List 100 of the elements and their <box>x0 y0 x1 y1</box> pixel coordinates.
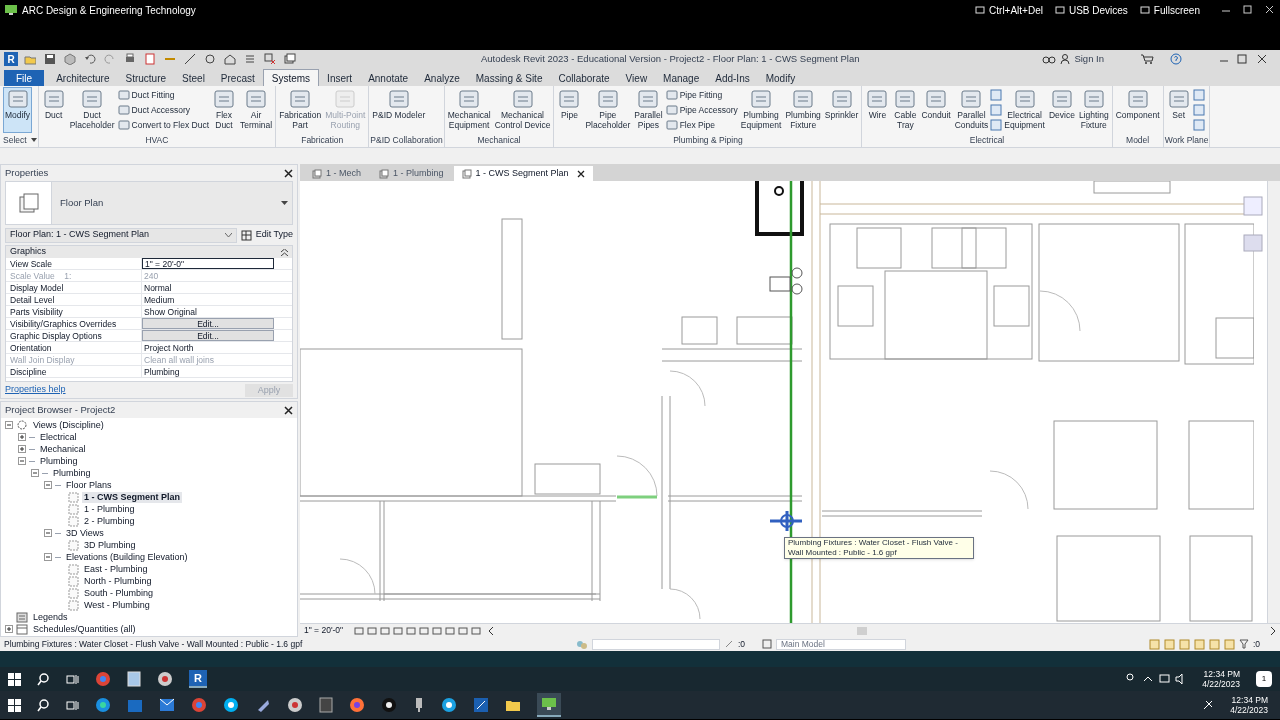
tree-item[interactable]: Plumbing <box>51 467 93 479</box>
search-icon[interactable] <box>37 672 50 686</box>
task-view-icon[interactable] <box>66 698 79 712</box>
binoculars-icon[interactable] <box>1042 53 1057 65</box>
mail-icon[interactable] <box>159 698 175 712</box>
expand-icon[interactable] <box>5 625 13 633</box>
ribbon-tool-button[interactable]: Modify <box>3 87 33 133</box>
tree-item[interactable]: West - Plumbing <box>82 599 152 611</box>
ribbon-tab[interactable]: Systems <box>262 69 320 86</box>
ribbon-tab[interactable]: File <box>4 70 45 86</box>
ribbon-tool-button[interactable]: Mechanical Control Device <box>492 87 553 133</box>
app-icon[interactable] <box>287 697 303 713</box>
tree-item[interactable]: North - Plumbing <box>82 575 154 587</box>
ribbon-small-tool[interactable]: Duct Fitting <box>116 88 210 102</box>
tree-item[interactable]: Mechanical <box>38 443 88 455</box>
ribbon-tool-button[interactable]: Sprinkler <box>822 87 861 133</box>
store-icon[interactable] <box>127 697 143 713</box>
app-icon[interactable] <box>95 697 111 713</box>
ribbon-tool-button[interactable]: Fabrication Part <box>277 87 324 133</box>
view-control-icon[interactable] <box>367 625 378 636</box>
type-selector[interactable]: Floor Plan <box>5 181 293 225</box>
tool-icon[interactable] <box>990 119 1003 131</box>
expand-icon[interactable] <box>18 433 26 441</box>
close-hidden-icon[interactable] <box>264 53 276 65</box>
collapse-icon[interactable] <box>31 469 39 477</box>
ribbon-tool-button[interactable]: Cable Tray <box>891 87 920 133</box>
collapse-icon[interactable] <box>5 421 13 429</box>
app-icon[interactable] <box>157 671 173 687</box>
ribbon-small-tool[interactable]: Pipe Accessory <box>664 103 739 117</box>
tool-icon[interactable] <box>1192 119 1205 131</box>
collapse-icon[interactable] <box>44 481 52 489</box>
windows-icon[interactable] <box>8 672 21 686</box>
ribbon-tab[interactable]: Manage <box>655 70 708 86</box>
tree-item[interactable]: 1 - CWS Segment Plan <box>82 491 183 503</box>
cube-icon[interactable] <box>64 53 76 65</box>
help-icon[interactable] <box>1170 53 1182 65</box>
app-icon[interactable] <box>223 697 239 713</box>
document-icon[interactable] <box>473 697 489 713</box>
ribbon-tab[interactable]: Add-Ins <box>707 70 758 86</box>
ribbon-tool-button[interactable]: Wire <box>863 87 892 133</box>
tree-item[interactable]: East - Plumbing <box>82 563 150 575</box>
tool-icon[interactable] <box>1192 89 1205 101</box>
ribbon-tool-button[interactable]: Parallel Pipes <box>632 87 665 133</box>
vertical-scrollbar[interactable] <box>1267 181 1280 623</box>
expand-icon[interactable] <box>18 445 26 453</box>
ribbon-small-tool[interactable]: Pipe Fitting <box>664 88 739 102</box>
tool-icon[interactable] <box>1192 104 1205 116</box>
edit-type-button[interactable]: Edit Type <box>240 228 293 242</box>
tree-item[interactable]: 1 - Plumbing <box>82 503 137 515</box>
revit-taskbar-icon[interactable]: R <box>189 670 207 688</box>
instance-dropdown[interactable]: Floor Plan: 1 - CWS Segment Plan <box>5 227 237 243</box>
collapse-icon[interactable] <box>18 457 26 465</box>
filter-icon[interactable] <box>1238 639 1249 649</box>
ribbon-tab[interactable]: Annotate <box>360 70 417 86</box>
ribbon-tab[interactable]: Insert <box>319 70 361 86</box>
tree-item[interactable]: Electrical <box>38 431 79 443</box>
scroll-left-icon[interactable] <box>488 626 495 635</box>
tree-item[interactable]: South - Plumbing <box>82 587 156 599</box>
ribbon-tool-button[interactable]: Flex Duct <box>210 87 238 133</box>
ribbon-tab[interactable]: Massing & Site <box>467 70 551 86</box>
ribbon-tool-button[interactable]: Duct <box>39 87 68 133</box>
ribbon-small-tool[interactable]: Duct Accessory <box>116 103 210 117</box>
selection-option-icon[interactable] <box>1163 638 1175 650</box>
tool-icon[interactable] <box>990 104 1003 116</box>
edit-button[interactable]: Edit... <box>142 330 274 341</box>
notepad-icon[interactable] <box>127 671 141 687</box>
model-dropdown[interactable]: Main Model <box>776 638 906 650</box>
ribbon-small-tool[interactable]: Flex Pipe <box>664 118 739 132</box>
app-icon[interactable] <box>381 697 397 713</box>
ribbon-tool-button[interactable]: Component <box>1113 87 1162 133</box>
calculator-icon[interactable] <box>319 697 333 713</box>
design-options-icon[interactable] <box>762 639 772 649</box>
tree-item[interactable]: 2 - Plumbing <box>82 515 137 527</box>
view-control-icon[interactable] <box>419 625 430 636</box>
ribbon-tool-button[interactable]: Parallel Conduits <box>952 87 991 133</box>
selection-option-icon[interactable] <box>1193 638 1205 650</box>
tree-item[interactable]: Elevations (Building Elevation) <box>64 551 190 563</box>
ribbon-tool-button[interactable]: Plumbing Fixture <box>783 87 823 133</box>
ribbon-tool-button[interactable]: Pipe Placeholder <box>583 87 633 133</box>
edit-button[interactable]: Edit... <box>142 318 274 329</box>
ribbon-tab[interactable]: View <box>617 70 656 86</box>
ribbon-tab[interactable]: Architecture <box>48 70 118 86</box>
ribbon-tool-button[interactable]: Air Terminal <box>238 87 275 133</box>
properties-help-link[interactable]: Properties help <box>5 383 66 397</box>
tree-item[interactable]: Views (Discipline) <box>31 419 106 431</box>
ribbon-tab[interactable]: Analyze <box>416 70 468 86</box>
undo-icon[interactable] <box>84 53 96 65</box>
scale-selector[interactable]: 1" = 20'-0" <box>304 624 344 637</box>
tree-item[interactable]: 3D Views <box>64 527 106 539</box>
ribbon-tool-button[interactable]: P&ID Modeler <box>370 87 428 133</box>
notification-badge[interactable]: 1 <box>1256 671 1272 687</box>
tree-item[interactable]: 3D Plumbing <box>82 539 138 551</box>
house-icon[interactable] <box>224 53 236 65</box>
ribbon-tool-button[interactable]: Duct Placeholder <box>67 87 117 133</box>
selection-option-icon[interactable] <box>1223 638 1235 650</box>
print-icon[interactable] <box>124 53 136 65</box>
tree-item[interactable]: Schedules/Quantities (all) <box>31 623 138 635</box>
tree-item[interactable]: Plumbing <box>38 455 80 467</box>
ribbon-tab[interactable]: Collaborate <box>550 70 618 86</box>
selection-option-icon[interactable] <box>1148 638 1160 650</box>
